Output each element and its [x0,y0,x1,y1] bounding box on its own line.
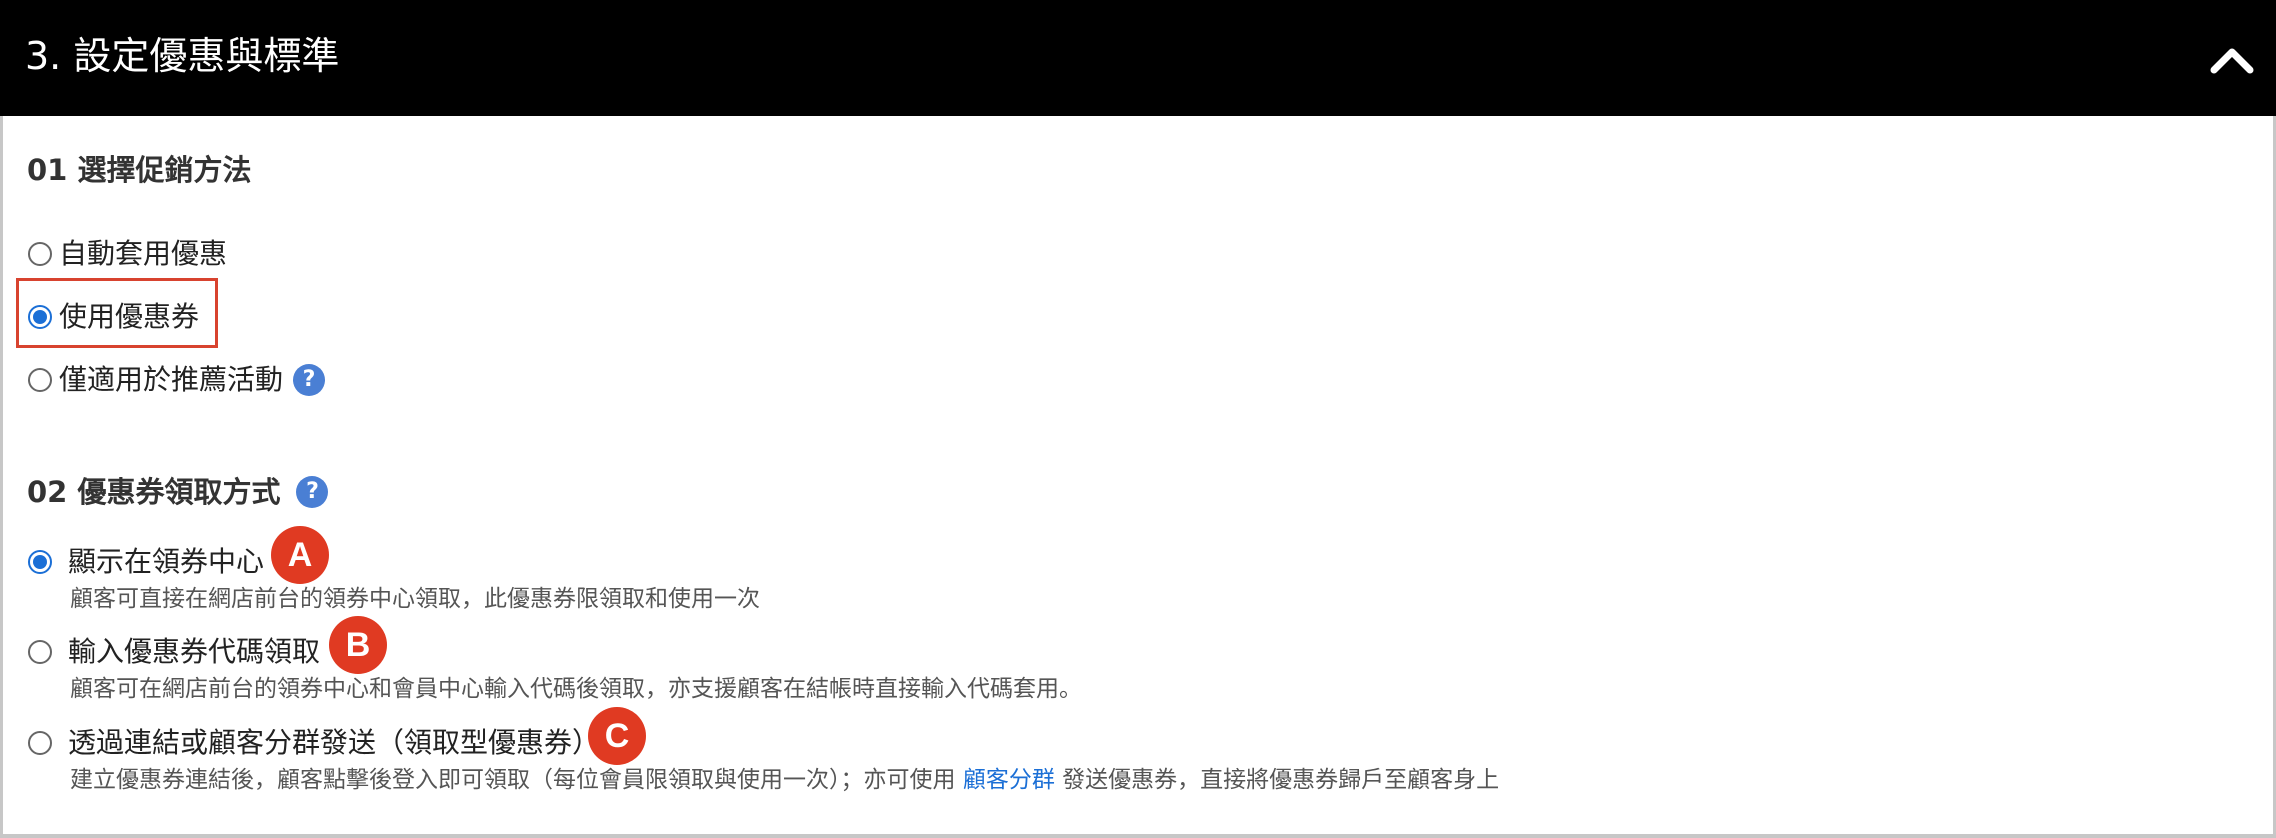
chevron-up-icon[interactable] [2204,34,2260,84]
radio-use-coupon[interactable] [28,305,52,329]
option-use-coupon-label: 使用優惠券 [59,300,200,333]
description-text: 發送優惠券，直接將優惠券歸戶至顧客身上 [1062,767,1500,793]
description-text: 建立優惠券連結後，顧客點擊後登入即可領取（每位會員限領取與使用一次）；亦可使用 [70,767,956,793]
radio-link-or-segment[interactable] [28,731,52,755]
promotion-method-heading: 01 選擇促銷方法 [27,153,252,187]
option-use-coupon[interactable]: 使用優惠券 [28,298,199,336]
option-show-in-coupon-center-label: 顯示在領券中心 [68,545,265,578]
radio-show-in-coupon-center[interactable] [28,550,52,574]
option-show-in-coupon-center-description: 顧客可直接在網店前台的領券中心領取，此優惠券限領取和使用一次 [70,586,760,612]
help-icon[interactable]: ? [293,364,326,396]
option-referral-only[interactable]: 僅適用於推薦活動 ? [28,361,326,399]
radio-referral-only[interactable] [28,368,52,392]
option-link-or-segment-label: 透過連結或顧客分群發送（領取型優惠券） [68,726,601,759]
option-auto-apply[interactable]: 自動套用優惠 [28,235,227,273]
promotion-settings-panel: 3. 設定優惠與標準 01 選擇促銷方法 自動套用優惠 使用優惠券 僅適用於推薦… [0,0,2276,838]
option-enter-coupon-code-label: 輸入優惠券代碼領取 [68,635,321,668]
option-link-or-segment-description: 建立優惠券連結後，顧客點擊後登入即可領取（每位會員限領取與使用一次）；亦可使用 … [70,765,1499,795]
marker-c: C [588,707,646,765]
option-show-in-coupon-center[interactable]: 顯示在領券中心 [28,543,264,581]
radio-enter-coupon-code[interactable] [28,640,52,664]
option-enter-coupon-code[interactable]: 輸入優惠券代碼領取 [28,633,320,671]
option-auto-apply-label: 自動套用優惠 [59,237,228,270]
section-title: 3. 設定優惠與標準 [25,34,340,78]
radio-auto-apply[interactable] [28,242,52,266]
option-referral-only-label: 僅適用於推薦活動 [59,363,284,396]
section-body: 01 選擇促銷方法 自動套用優惠 使用優惠券 僅適用於推薦活動 ? 02 優惠券… [0,116,2276,838]
coupon-claim-heading-row: 02 優惠券領取方式 ? [27,472,329,512]
coupon-claim-heading: 02 優惠券領取方式 [27,475,281,509]
marker-a: A [271,526,329,584]
section-header[interactable]: 3. 設定優惠與標準 [0,0,2276,116]
marker-b: B [329,616,387,674]
option-enter-coupon-code-description: 顧客可在網店前台的領券中心和會員中心輸入代碼後領取，亦支援顧客在結帳時直接輸入代… [70,676,1082,702]
option-link-or-segment[interactable]: 透過連結或顧客分群發送（領取型優惠券） [28,724,600,762]
customer-segment-link[interactable]: 顧客分群 [963,767,1055,793]
help-icon[interactable]: ? [296,476,329,508]
